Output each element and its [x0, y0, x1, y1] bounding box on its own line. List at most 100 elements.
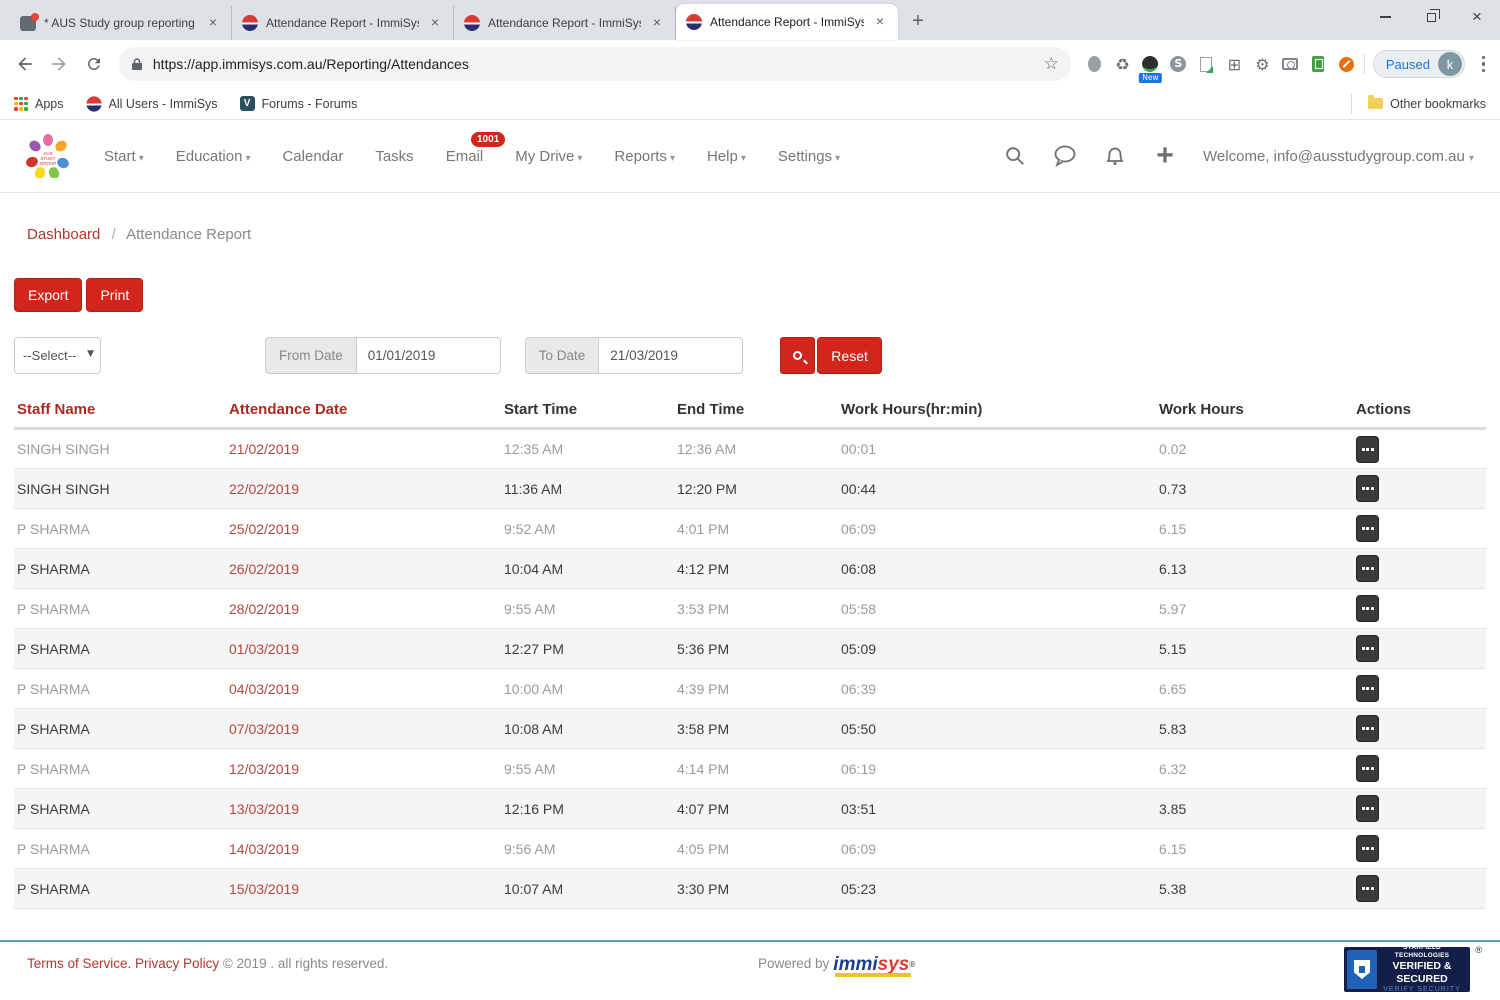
- row-actions-button[interactable]: [1356, 875, 1379, 902]
- bookmark-forums[interactable]: V Forums - Forums: [240, 96, 358, 111]
- row-actions-button[interactable]: [1356, 795, 1379, 822]
- restore-button[interactable]: [1408, 0, 1454, 34]
- nav-item-my-drive[interactable]: My Drive▾: [499, 138, 598, 175]
- end-time-cell: 4:01 PM: [674, 509, 838, 549]
- breadcrumb-dashboard-link[interactable]: Dashboard: [27, 226, 100, 243]
- start-time-cell: 10:08 AM: [501, 709, 674, 749]
- export-button[interactable]: Export: [14, 278, 82, 312]
- forward-button[interactable]: [44, 48, 74, 80]
- column-header-attendance-date[interactable]: Attendance Date: [226, 395, 501, 429]
- nav-item-email[interactable]: Email1001: [430, 138, 500, 175]
- work-hours-cell: 6.15: [1156, 509, 1353, 549]
- bookmarks-divider: [1351, 94, 1352, 114]
- work-hours-hrmin-cell: 06:09: [838, 829, 1156, 869]
- bookmark-star-icon[interactable]: ☆: [1044, 54, 1059, 74]
- reload-button[interactable]: [79, 48, 109, 80]
- pen-extension-icon[interactable]: [1337, 55, 1356, 74]
- row-actions-button[interactable]: [1356, 755, 1379, 782]
- row-actions-button[interactable]: [1356, 515, 1379, 542]
- row-actions-button[interactable]: [1356, 555, 1379, 582]
- grid-extension-icon[interactable]: ⊞: [1225, 55, 1244, 74]
- end-time-cell: 5:36 PM: [674, 629, 838, 669]
- chevron-down-icon: ▾: [139, 153, 144, 164]
- verified-secured-badge[interactable]: STARFIELD TECHNOLOGIES VERIFIED & SECURE…: [1344, 947, 1470, 992]
- add-button[interactable]: +: [1153, 144, 1177, 168]
- tab-title: Attendance Report - ImmiSys: [488, 16, 641, 30]
- privacy-link[interactable]: Privacy Policy: [135, 956, 219, 971]
- row-actions-button[interactable]: [1356, 635, 1379, 662]
- row-actions-button[interactable]: [1356, 835, 1379, 862]
- messages-button[interactable]: [1053, 144, 1077, 168]
- start-time-cell: 10:00 AM: [501, 669, 674, 709]
- nav-item-label: Calendar: [282, 148, 343, 165]
- nav-item-reports[interactable]: Reports▾: [598, 138, 691, 175]
- tab-close-icon[interactable]: ×: [649, 15, 665, 31]
- forum-icon: V: [240, 96, 255, 111]
- new-tab-button[interactable]: +: [904, 8, 932, 36]
- row-actions-button[interactable]: [1356, 436, 1379, 463]
- document-extension-icon[interactable]: [1197, 55, 1216, 74]
- terms-link[interactable]: Terms of Service.: [27, 956, 131, 971]
- browser-menu-button[interactable]: [1475, 56, 1492, 73]
- nav-item-help[interactable]: Help▾: [691, 138, 762, 175]
- row-actions-button[interactable]: [1356, 675, 1379, 702]
- attendance-date-cell: 26/02/2019: [226, 549, 501, 589]
- account-dropdown[interactable]: Welcome, info@ausstudygroup.com.au ▾: [1203, 148, 1474, 165]
- browser-tab[interactable]: * AUS Study group reporting tha×: [10, 6, 232, 40]
- actions-cell: [1353, 429, 1486, 469]
- row-actions-button[interactable]: [1356, 595, 1379, 622]
- print-button[interactable]: Print: [86, 278, 143, 312]
- row-actions-button[interactable]: [1356, 715, 1379, 742]
- nav-item-education[interactable]: Education▾: [160, 138, 267, 175]
- nav-item-calendar[interactable]: Calendar: [266, 138, 359, 175]
- recycle-extension-icon[interactable]: ♻: [1113, 55, 1132, 74]
- browser-tab[interactable]: Attendance Report - ImmiSys×: [232, 6, 454, 40]
- to-date-input[interactable]: [598, 337, 743, 374]
- minimize-button[interactable]: [1362, 0, 1408, 34]
- start-time-cell: 10:04 AM: [501, 549, 674, 589]
- close-button[interactable]: ×: [1454, 0, 1500, 34]
- attendance-date-link: 12/03/2019: [229, 761, 299, 777]
- column-header-work-hours-hr-min-: Work Hours(hr:min): [838, 395, 1156, 429]
- end-time-cell: 3:30 PM: [674, 869, 838, 909]
- gear-extension-icon[interactable]: ⚙: [1253, 55, 1272, 74]
- table-row: P SHARMA07/03/201910:08 AM3:58 PM05:505.…: [14, 709, 1486, 749]
- browser-tab[interactable]: Attendance Report - ImmiSys ×: [454, 6, 676, 40]
- phone-extension-icon[interactable]: [1309, 55, 1328, 74]
- row-actions-button[interactable]: [1356, 475, 1379, 502]
- from-date-label: From Date: [265, 337, 356, 374]
- reset-button[interactable]: Reset: [817, 337, 882, 374]
- nav-item-tasks[interactable]: Tasks: [359, 138, 429, 175]
- attendance-date-link: 21/02/2019: [229, 441, 299, 457]
- badge-verify-security: VERIFY SECURITY: [1377, 986, 1467, 995]
- end-time-cell: 4:05 PM: [674, 829, 838, 869]
- table-row: P SHARMA25/02/20199:52 AM4:01 PM06:096.1…: [14, 509, 1486, 549]
- apps-shortcut[interactable]: Apps: [14, 97, 64, 111]
- tab-close-icon[interactable]: ×: [872, 14, 888, 30]
- nav-item-start[interactable]: Start▾: [88, 138, 160, 175]
- tab-close-icon[interactable]: ×: [427, 15, 443, 31]
- circle-extension-icon[interactable]: [1085, 55, 1104, 74]
- address-bar[interactable]: https://app.immisys.com.au/Reporting/Att…: [119, 47, 1071, 81]
- bookmark-all-users[interactable]: All Users - ImmiSys: [86, 96, 218, 112]
- back-button[interactable]: [10, 48, 40, 80]
- camera-extension-icon[interactable]: [1281, 55, 1300, 74]
- ellipsis-icon: [1362, 567, 1374, 570]
- profile-button[interactable]: Paused k: [1373, 50, 1465, 78]
- badge-verified: VERIFIED & SECURED: [1377, 960, 1467, 986]
- staff-select[interactable]: --Select--: [14, 337, 101, 374]
- tab-close-icon[interactable]: ×: [205, 15, 221, 31]
- filter-search-button[interactable]: [780, 337, 815, 374]
- column-header-actions: Actions: [1353, 395, 1486, 429]
- browser-tab[interactable]: Attendance Report - ImmiSys×: [676, 4, 898, 40]
- column-header-staff-name[interactable]: Staff Name: [14, 395, 226, 429]
- other-bookmarks-button[interactable]: Other bookmarks: [1368, 97, 1486, 111]
- nav-item-settings[interactable]: Settings▾: [762, 138, 856, 175]
- search-button[interactable]: [1003, 144, 1027, 168]
- attendance-date-link: 25/02/2019: [229, 521, 299, 537]
- speedtest-extension-icon[interactable]: New: [1141, 55, 1160, 74]
- attendance-date-cell: 22/02/2019: [226, 469, 501, 509]
- skype-extension-icon[interactable]: S: [1169, 55, 1188, 74]
- notifications-button[interactable]: [1103, 144, 1127, 168]
- from-date-input[interactable]: [356, 337, 501, 374]
